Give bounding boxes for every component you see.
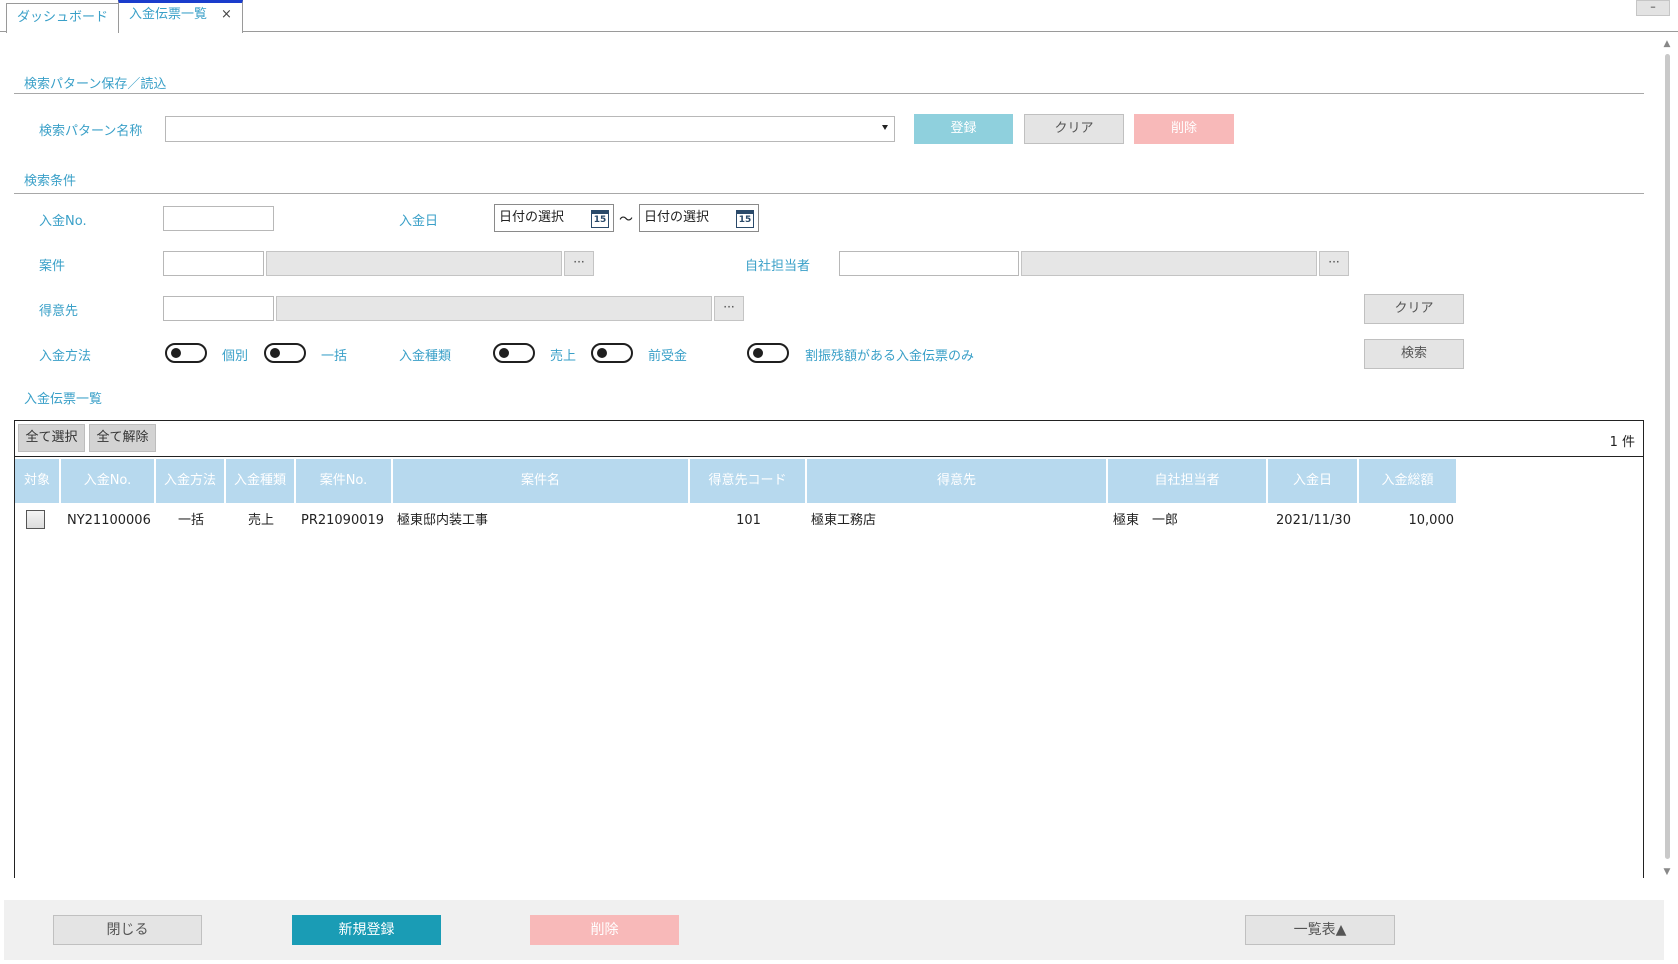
minimize-button[interactable]: – (1636, 0, 1670, 16)
cell-total: 10,000 (1408, 513, 1455, 528)
toggle-knob (499, 348, 509, 358)
payment-no-label: 入金No. (39, 214, 87, 229)
chevron-down-icon (882, 125, 888, 130)
type-sales-label: 売上 (550, 349, 577, 364)
deselect-all-button[interactable]: 全て解除 (89, 424, 156, 452)
staff-code-input[interactable] (839, 251, 1019, 276)
grid-toolbar: 全て選択 全て解除 1 件 (15, 421, 1643, 457)
cell-project-no: PR21090019 (301, 513, 385, 528)
cell-staff: 極東 一郎 (1113, 513, 1179, 528)
staff-label: 自社担当者 (745, 259, 811, 274)
scroll-thumb[interactable] (1665, 54, 1670, 859)
tab-bar: ダッシュボード 入金伝票一覧 × (0, 0, 1678, 33)
conditions-section-title: 検索条件 (24, 174, 77, 189)
column-header[interactable]: 入金方法 (156, 459, 226, 503)
column-header[interactable]: 入金総額 (1359, 459, 1458, 503)
type-advance-toggle[interactable] (591, 343, 633, 363)
calendar-icon[interactable]: 15 (736, 210, 754, 228)
date-range-separator: ～ (619, 212, 633, 228)
close-icon[interactable]: × (221, 7, 232, 22)
close-button[interactable]: 閉じる (53, 915, 202, 945)
list-section-title: 入金伝票一覧 (24, 392, 103, 407)
balance-only-label: 割振残額がある入金伝票のみ (805, 349, 975, 364)
payment-type-label: 入金種類 (399, 349, 452, 364)
date-from-picker[interactable]: 日付の選択 15 (494, 204, 614, 232)
tab-dashboard[interactable]: ダッシュボード (6, 3, 120, 33)
pattern-clear-button[interactable]: クリア (1024, 114, 1124, 144)
delete-button[interactable]: 削除 (530, 915, 679, 945)
customer-code-input[interactable] (163, 296, 274, 321)
column-header[interactable]: 入金No. (61, 459, 156, 503)
payment-date-label: 入金日 (399, 214, 439, 229)
project-lookup-button[interactable]: ··· (564, 251, 594, 276)
column-header[interactable]: 入金種類 (226, 459, 296, 503)
cell-date: 2021/11/30 (1276, 513, 1351, 528)
balance-only-toggle[interactable] (747, 343, 789, 363)
toggle-knob (171, 348, 181, 358)
project-name-field (266, 251, 562, 276)
column-header[interactable]: 得意先 (807, 459, 1108, 503)
toggle-knob (753, 348, 763, 358)
staff-name-field (1021, 251, 1317, 276)
list-table-button[interactable]: 一覧表▲ (1245, 915, 1395, 945)
cell-customer: 極東工務店 (811, 513, 877, 528)
calendar-icon[interactable]: 15 (591, 210, 609, 228)
column-header[interactable]: 入金日 (1268, 459, 1359, 503)
cell-customer-code: 101 (736, 513, 761, 528)
date-to-picker[interactable]: 日付の選択 15 (639, 204, 759, 232)
table-row[interactable]: NY21100006 一括 売上 PR21090019 極東邸内装工事 101 … (15, 505, 1643, 537)
cell-project-name: 極東邸内装工事 (397, 513, 489, 528)
customer-label: 得意先 (39, 304, 79, 319)
payment-slip-grid: 全て選択 全て解除 1 件 対象 入金No. 入金方法 入金種類 案件No. 案… (14, 420, 1644, 878)
footer-bar: 閉じる 新規登録 削除 一覧表▲ (4, 900, 1664, 960)
pattern-name-select[interactable] (165, 116, 895, 142)
search-button[interactable]: 検索 (1364, 339, 1464, 369)
toggle-knob (270, 348, 280, 358)
payment-method-label: 入金方法 (39, 349, 92, 364)
date-to-placeholder: 日付の選択 (644, 210, 710, 225)
payment-no-input[interactable] (163, 206, 274, 231)
toggle-knob (597, 348, 607, 358)
section-divider (14, 93, 1644, 94)
tab-label: 入金伝票一覧 (129, 7, 208, 22)
pattern-register-button[interactable]: 登録 (914, 114, 1013, 144)
customer-lookup-button[interactable]: ··· (714, 296, 744, 321)
method-bulk-label: 一括 (321, 349, 348, 364)
staff-lookup-button[interactable]: ··· (1319, 251, 1349, 276)
method-individual-label: 個別 (222, 349, 249, 364)
method-individual-toggle[interactable] (165, 343, 207, 363)
tab-payment-slip-list[interactable]: 入金伝票一覧 × (118, 0, 243, 33)
type-sales-toggle[interactable] (493, 343, 535, 363)
cell-type: 売上 (247, 513, 274, 528)
column-header[interactable]: 自社担当者 (1108, 459, 1268, 503)
pattern-name-label: 検索パターン名称 (39, 124, 143, 139)
row-checkbox[interactable] (26, 510, 45, 529)
column-header[interactable]: 対象 (15, 459, 61, 503)
project-code-input[interactable] (163, 251, 264, 276)
column-header[interactable]: 案件No. (296, 459, 393, 503)
new-register-button[interactable]: 新規登録 (292, 915, 441, 945)
scroll-down-arrow-icon[interactable]: ▼ (1660, 866, 1674, 878)
scroll-up-arrow-icon[interactable]: ▲ (1660, 38, 1674, 50)
tab-label: ダッシュボード (17, 10, 109, 25)
conditions-clear-button[interactable]: クリア (1364, 294, 1464, 324)
pattern-delete-button[interactable]: 削除 (1134, 114, 1234, 144)
date-from-placeholder: 日付の選択 (499, 210, 565, 225)
cell-method: 一括 (177, 513, 204, 528)
type-advance-label: 前受金 (648, 349, 688, 364)
result-count: 1 件 (1609, 435, 1635, 450)
vertical-scrollbar[interactable]: ▲ ▼ (1660, 38, 1674, 878)
column-header[interactable]: 案件名 (393, 459, 690, 503)
select-all-button[interactable]: 全て選択 (18, 424, 85, 452)
column-header[interactable]: 得意先コード (690, 459, 807, 503)
cell-payment-no: NY21100006 (67, 513, 151, 528)
pattern-section-title: 検索パターン保存／読込 (24, 77, 167, 92)
method-bulk-toggle[interactable] (264, 343, 306, 363)
customer-name-field (276, 296, 712, 321)
section-divider (14, 193, 1644, 194)
project-label: 案件 (39, 259, 66, 274)
